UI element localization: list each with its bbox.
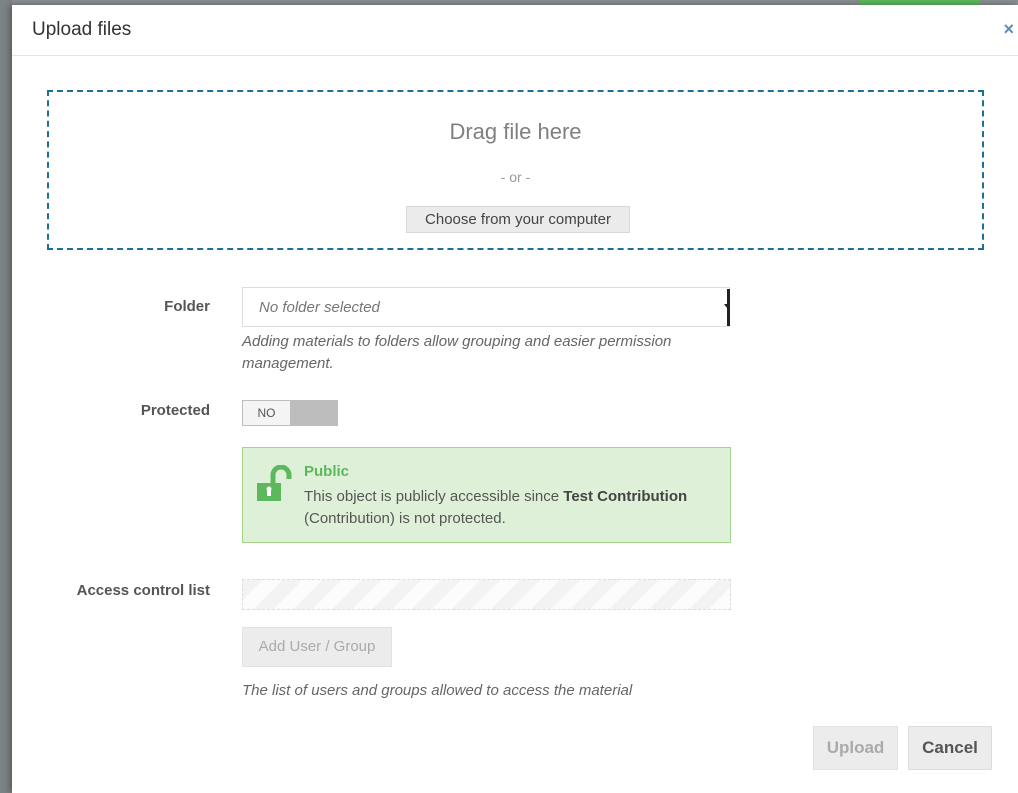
alert-title: Public [304, 463, 350, 480]
protected-label: Protected [140, 402, 210, 419]
toggle-state-label: NO [243, 401, 290, 425]
close-icon[interactable]: × [1003, 20, 1014, 38]
upload-dialog: Upload files × Drag file here - or - Cho… [12, 5, 1018, 793]
acl-label: Access control list [76, 582, 210, 599]
dropzone-title: Drag file here [449, 119, 582, 144]
folder-select-value: No folder selected [259, 299, 380, 316]
dropzone-or-text: - or - [500, 169, 531, 185]
cancel-button[interactable]: Cancel [908, 726, 992, 770]
choose-file-button[interactable]: Choose from your computer [406, 206, 630, 233]
dropdown-caret-icon [724, 289, 730, 326]
acl-help-text: The list of users and groups allowed to … [242, 682, 633, 699]
alert-body-object: Test Contribution [563, 488, 688, 505]
dialog-title: Upload files [32, 19, 132, 40]
protected-toggle[interactable]: NO [242, 400, 338, 426]
folder-help-text: Adding materials to folders allow groupi… [242, 333, 672, 372]
dialog-header: Upload files × [12, 5, 1018, 56]
alert-body: This object is publicly accessible since… [304, 486, 719, 530]
unlock-icon [257, 465, 292, 501]
toggle-handle[interactable] [290, 401, 337, 425]
alert-body-prefix: This object is publicly accessible since [304, 488, 564, 505]
folder-select[interactable]: No folder selected [242, 287, 730, 327]
add-user-group-button[interactable]: Add User / Group [242, 627, 392, 667]
public-alert: Public This object is publicly accessibl… [242, 447, 731, 543]
backdrop [0, 0, 12, 793]
folder-label: Folder [164, 298, 210, 315]
alert-body-suffix: (Contribution) is not protected. [304, 510, 506, 527]
file-dropzone[interactable]: Drag file here - or - Choose from your c… [47, 90, 984, 250]
upload-button[interactable]: Upload [813, 726, 898, 770]
acl-list-field [242, 579, 731, 610]
